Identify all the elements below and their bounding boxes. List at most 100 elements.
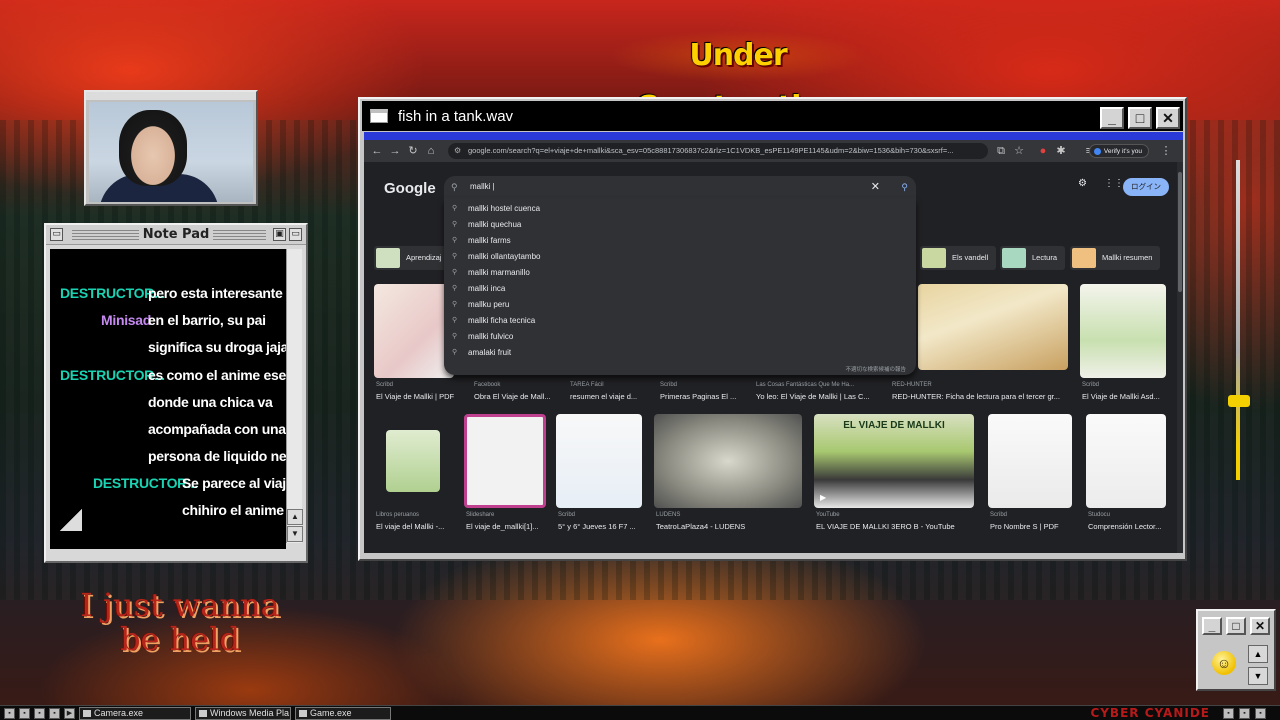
mini-down-button[interactable]: ▼ bbox=[1248, 667, 1268, 685]
filter-chip[interactable]: Els vandell bbox=[920, 246, 997, 270]
notepad-maximize-button[interactable]: ▣ bbox=[273, 228, 286, 241]
taskbar-item[interactable]: Game.exe bbox=[295, 706, 391, 720]
address-bar-url: google.com/search?q=el+viaje+de+mallki&s… bbox=[468, 146, 954, 155]
search-submit-icon[interactable]: ⚲ bbox=[901, 176, 908, 198]
result-title[interactable]: Pro Nombre S | PDF bbox=[990, 522, 1074, 531]
result-thumbnail[interactable] bbox=[918, 284, 1068, 370]
result-title[interactable]: El viaje del Mallki -... bbox=[376, 522, 456, 531]
taskbar-item[interactable]: Camera.exe bbox=[79, 706, 191, 720]
tray-clock-icon[interactable]: ▪ bbox=[1255, 708, 1266, 719]
result-title[interactable]: 5° y 6° Jueves 16 F7 ... bbox=[558, 522, 644, 531]
google-logo[interactable]: Google bbox=[384, 180, 436, 197]
quicklaunch-icon[interactable]: ▪ bbox=[49, 707, 60, 719]
result-title[interactable]: Primeras Paginas El ... bbox=[660, 392, 748, 401]
quicklaunch-icon[interactable]: ▪ bbox=[34, 707, 45, 719]
chip-thumbnail bbox=[376, 248, 400, 268]
suggestion-item[interactable]: ⚲ mallki farms bbox=[444, 233, 916, 249]
suggestion-item[interactable]: ⚲ mallki inca bbox=[444, 281, 916, 297]
start-icon[interactable]: ▪ bbox=[4, 707, 15, 719]
minimize-button[interactable]: _ bbox=[1100, 107, 1124, 129]
result-thumbnail[interactable] bbox=[988, 414, 1072, 508]
mini-close-button[interactable]: ✕ bbox=[1250, 617, 1270, 635]
filter-chip[interactable]: Lectura bbox=[1000, 246, 1066, 270]
translate-icon[interactable]: ⧉ bbox=[992, 142, 1010, 160]
page-scrollbar[interactable] bbox=[1177, 162, 1183, 553]
quicklaunch-icon[interactable]: ▪ bbox=[19, 707, 30, 719]
suggestion-item[interactable]: ⚲ mallki ollantaytambo bbox=[444, 249, 916, 265]
extensions-puzzle-icon[interactable]: ✱ bbox=[1052, 142, 1070, 160]
result-thumbnail[interactable] bbox=[374, 284, 454, 378]
result-title[interactable]: EL VIAJE DE MALLKI 3ERO B - YouTube bbox=[816, 522, 986, 531]
tray-volume-icon[interactable]: ▪ bbox=[1239, 708, 1250, 719]
filter-chip[interactable]: Mallki resumen bbox=[1070, 246, 1161, 270]
scroll-up-button[interactable]: ▲ bbox=[287, 509, 303, 525]
address-bar[interactable]: ⚙ google.com/search?q=el+viaje+de+mallki… bbox=[448, 143, 988, 159]
notepad-close-button[interactable]: ▭ bbox=[289, 228, 302, 241]
suggestion-item[interactable]: ⚲ mallki ficha tecnica bbox=[444, 313, 916, 329]
extension-icon[interactable]: ● bbox=[1034, 142, 1052, 160]
apps-grid-icon[interactable]: ⋮⋮ bbox=[1104, 178, 1124, 189]
login-button[interactable]: ログイン bbox=[1123, 178, 1169, 196]
report-suggestions-link[interactable]: 不適切な検索候補の報告 bbox=[845, 365, 906, 373]
suggestion-item[interactable]: ⚲ mallki marmanillo bbox=[444, 265, 916, 281]
notepad-menu-button[interactable]: ▭ bbox=[50, 228, 63, 241]
close-button[interactable]: ✕ bbox=[1156, 107, 1180, 129]
maximize-button[interactable]: □ bbox=[1128, 107, 1152, 129]
mini-window[interactable]: _ □ ✕ ☺ ▲ ▼ bbox=[1196, 609, 1276, 691]
result-title[interactable]: El Viaje de Mallki Asd... bbox=[1082, 392, 1172, 401]
verify-chip[interactable]: Verify it's you bbox=[1088, 144, 1149, 158]
result-thumbnail[interactable]: EL VIAJE DE MALLKI ▶ bbox=[814, 414, 974, 508]
notepad-titlebar[interactable]: ▭ Note Pad ▣ ▭ bbox=[46, 225, 306, 245]
resize-grip[interactable] bbox=[60, 509, 82, 531]
search-box[interactable]: ⚲ mallki | ✕ ⚲ bbox=[444, 176, 916, 198]
suggestion-item[interactable]: ⚲ mallki fulvico bbox=[444, 329, 916, 345]
result-thumbnail[interactable] bbox=[654, 414, 802, 508]
reload-icon[interactable]: ↻ bbox=[404, 142, 422, 160]
result-title[interactable]: Comprensión Lector... bbox=[1088, 522, 1168, 531]
result-thumbnail[interactable] bbox=[1086, 414, 1166, 508]
camera-titlebar[interactable] bbox=[86, 92, 256, 100]
result-thumbnail[interactable] bbox=[464, 414, 546, 508]
camera-window[interactable] bbox=[84, 90, 258, 206]
result-title[interactable]: TeatroLaPlaza4 - LUDENS bbox=[656, 522, 804, 531]
window-titlebar[interactable]: fish in a tank.wav _ □ ✕ bbox=[362, 101, 1183, 131]
notepad-title: Note Pad bbox=[138, 227, 214, 242]
result-title[interactable]: El viaje de_mallki[1]... bbox=[466, 522, 550, 531]
tray-network-icon[interactable]: ▪ bbox=[1223, 708, 1234, 719]
result-thumbnail[interactable] bbox=[386, 430, 440, 492]
mini-scroll-buttons: ▲ ▼ bbox=[1248, 645, 1270, 687]
settings-gear-icon[interactable]: ⚙ bbox=[1078, 178, 1087, 189]
result-thumbnail[interactable] bbox=[556, 414, 642, 508]
filter-chip[interactable]: Aprendizaj bbox=[374, 246, 450, 270]
home-icon[interactable]: ⌂ bbox=[422, 142, 440, 160]
play-icon[interactable]: ▶ bbox=[820, 493, 826, 502]
suggestion-item[interactable]: ⚲ mallki quechua bbox=[444, 217, 916, 233]
clear-icon[interactable]: ✕ bbox=[871, 176, 880, 198]
notepad-window[interactable]: ▭ Note Pad ▣ ▭ DESTRUCTOR... pero esta i… bbox=[44, 223, 308, 563]
browser-tabstrip[interactable] bbox=[364, 132, 1183, 140]
browser-menu-icon[interactable]: ⋮ bbox=[1157, 142, 1175, 160]
bookmark-star-icon[interactable]: ☆ bbox=[1010, 142, 1028, 160]
mini-up-button[interactable]: ▲ bbox=[1248, 645, 1268, 663]
scroll-down-button[interactable]: ▼ bbox=[287, 526, 303, 542]
media-window[interactable]: fish in a tank.wav _ □ ✕ ← → ↻ ⌂ ⚙ googl… bbox=[358, 97, 1187, 561]
result-thumbnail[interactable] bbox=[1080, 284, 1166, 378]
mini-maximize-button[interactable]: □ bbox=[1226, 617, 1246, 635]
forward-icon[interactable]: → bbox=[386, 142, 404, 160]
search-input[interactable]: mallki | bbox=[470, 176, 495, 198]
result-title[interactable]: Yo leo: El Viaje de Mallki | Las C... bbox=[756, 392, 880, 401]
back-icon[interactable]: ← bbox=[368, 142, 386, 160]
suggestion-item[interactable]: ⚲ mallku peru bbox=[444, 297, 916, 313]
mini-minimize-button[interactable]: _ bbox=[1202, 617, 1222, 635]
site-info-icon[interactable]: ⚙ bbox=[454, 143, 461, 159]
result-source: Scribd bbox=[558, 512, 576, 518]
result-title[interactable]: El Viaje de Mallki | PDF bbox=[376, 392, 466, 401]
suggestion-item[interactable]: ⚲ mallki hostel cuenca bbox=[444, 201, 916, 217]
result-title[interactable]: Obra El Viaje de Mall... bbox=[474, 392, 560, 401]
notepad-scrollbar[interactable]: ▲ ▼ bbox=[286, 249, 303, 543]
suggestion-item[interactable]: ⚲ amalaki fruit bbox=[444, 345, 916, 361]
result-title[interactable]: resumen el viaje d... bbox=[570, 392, 650, 401]
result-title[interactable]: RED-HUNTER: Ficha de lectura para el ter… bbox=[892, 392, 1070, 401]
quicklaunch-icon[interactable]: ▶ bbox=[64, 707, 75, 719]
taskbar-item[interactable]: Windows Media Pla bbox=[195, 706, 291, 720]
